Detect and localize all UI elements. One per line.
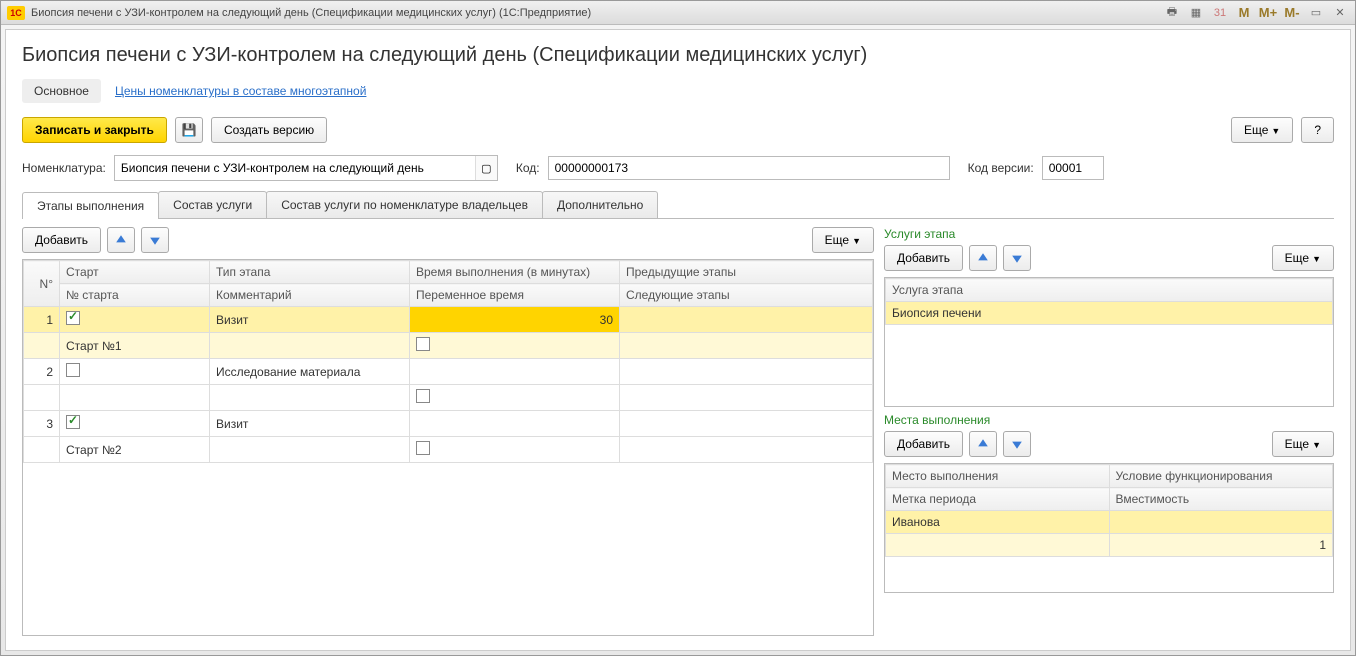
nav-tab-main[interactable]: Основное [22,79,101,103]
add-place-button[interactable]: Добавить [884,431,963,457]
tab-owner-nomenclature[interactable]: Состав услуги по номенклатуре владельцев [266,191,543,218]
code-input[interactable] [549,157,949,179]
places-more-button[interactable]: Еще▼ [1272,431,1334,457]
col-comment: Комментарий [210,284,410,307]
calendar-icon[interactable]: 31 [1211,5,1229,21]
save-close-button[interactable]: Записать и закрыть [22,117,167,143]
print-icon[interactable]: 🖶 [1163,5,1181,21]
page-title: Биопсия печени с УЗИ-контролем на следую… [22,44,1334,67]
col-start: Старт [60,261,210,284]
minimize-icon[interactable]: ▭ [1307,5,1325,21]
help-button[interactable]: ? [1301,117,1334,143]
checkbox-icon[interactable] [416,441,430,455]
move-up-button[interactable] [107,227,135,253]
checkbox-icon[interactable] [66,415,80,429]
checkbox-icon[interactable] [416,389,430,403]
titlebar: 1C Биопсия печени с УЗИ-контролем на сле… [1,1,1355,25]
services-more-button[interactable]: Еще▼ [1272,245,1334,271]
nav-tab-prices-link[interactable]: Цены номенклатуры в составе многоэтапной [115,84,366,98]
checkbox-icon[interactable] [416,337,430,351]
memory-m-button[interactable]: M [1235,5,1253,21]
right-panel: Услуги этапа Добавить Еще▼ Услуга этапа … [884,227,1334,636]
save-button[interactable]: 💾 [175,117,203,143]
add-stage-button[interactable]: Добавить [22,227,101,253]
version-code-label: Код версии: [968,161,1034,175]
stages-toolbar: Добавить Еще▼ [22,227,874,253]
checkbox-icon[interactable] [66,363,80,377]
add-service-button[interactable]: Добавить [884,245,963,271]
col-number: N° [24,261,60,307]
col-startnum: № старта [60,284,210,307]
tab-composition[interactable]: Состав услуги [158,191,267,218]
app-logo-icon: 1C [7,6,25,20]
col-condition: Условие функционирования [1109,465,1333,488]
move-up-button[interactable] [969,245,997,271]
stage-services-title: Услуги этапа [884,227,1334,241]
inner-tabs: Этапы выполнения Состав услуги Состав ус… [22,191,1334,219]
move-down-button[interactable] [141,227,169,253]
col-prev: Предыдущие этапы [620,261,873,284]
memory-mminus-button[interactable]: M- [1283,5,1301,21]
stages-table[interactable]: N° Старт Тип этапа Время выполнения (в м… [22,259,874,636]
move-down-button[interactable] [1003,245,1031,271]
places-section: Места выполнения Добавить Еще▼ Место вып… [884,413,1334,593]
content: Биопсия печени с УЗИ-контролем на следую… [5,29,1351,651]
table-row[interactable]: Старт №1 [24,333,873,359]
more-button[interactable]: Еще▼ [1231,117,1293,143]
main-toolbar: Записать и закрыть 💾 Создать версию Еще▼… [22,117,1334,143]
nomenclature-label: Номенклатура: [22,161,106,175]
titlebar-icons: 🖶 ▦ 31 M M+ M- ▭ ✕ [1163,5,1349,21]
window-title: Биопсия печени с УЗИ-контролем на следую… [31,7,1163,19]
table-row[interactable]: Биопсия печени [886,302,1333,325]
table-row[interactable]: 2 Исследование материала [24,359,873,385]
places-title: Места выполнения [884,413,1334,427]
nav-tabs: Основное Цены номенклатуры в составе мно… [22,79,1334,103]
memory-mplus-button[interactable]: M+ [1259,5,1277,21]
form-row: Номенклатура: ▢ Код: Код версии: [22,155,1334,181]
stages-panel: Добавить Еще▼ N° Старт Тип этапа Время в… [22,227,874,636]
stage-services-section: Услуги этапа Добавить Еще▼ Услуга этапа … [884,227,1334,407]
code-input-wrap [548,156,950,180]
table-row[interactable]: 1 [886,534,1333,557]
move-down-button[interactable] [1003,431,1031,457]
stages-more-button[interactable]: Еще▼ [812,227,874,253]
col-type: Тип этапа [210,261,410,284]
col-place: Место выполнения [886,465,1110,488]
code-label: Код: [516,161,540,175]
nomenclature-open-icon[interactable]: ▢ [475,156,497,180]
window: 1C Биопсия печени с УЗИ-контролем на сле… [0,0,1356,656]
col-next: Следующие этапы [620,284,873,307]
move-up-button[interactable] [969,431,997,457]
col-vartime: Переменное время [410,284,620,307]
table-row[interactable] [24,385,873,411]
services-table[interactable]: Услуга этапа Биопсия печени [884,277,1334,407]
col-stage-service: Услуга этапа [886,279,1333,302]
version-code-input[interactable] [1043,157,1103,179]
table-row[interactable]: Старт №2 [24,437,873,463]
tab-body: Добавить Еще▼ N° Старт Тип этапа Время в… [22,219,1334,636]
col-period-mark: Метка периода [886,488,1110,511]
services-toolbar: Добавить Еще▼ [884,245,1334,271]
close-icon[interactable]: ✕ [1331,5,1349,21]
tab-additional[interactable]: Дополнительно [542,191,658,218]
tab-stages[interactable]: Этапы выполнения [22,192,159,219]
places-toolbar: Добавить Еще▼ [884,431,1334,457]
version-code-input-wrap [1042,156,1104,180]
places-table[interactable]: Место выполнения Условие функционировани… [884,463,1334,593]
table-row[interactable]: 1 Визит 30 [24,307,873,333]
checkbox-icon[interactable] [66,311,80,325]
nomenclature-input[interactable] [115,157,475,179]
table-row[interactable]: 3 Визит [24,411,873,437]
nomenclature-input-wrap: ▢ [114,155,498,181]
calc-icon[interactable]: ▦ [1187,5,1205,21]
col-capacity: Вместимость [1109,488,1333,511]
col-time: Время выполнения (в минутах) [410,261,620,284]
create-version-button[interactable]: Создать версию [211,117,327,143]
table-row[interactable]: Иванова [886,511,1333,534]
